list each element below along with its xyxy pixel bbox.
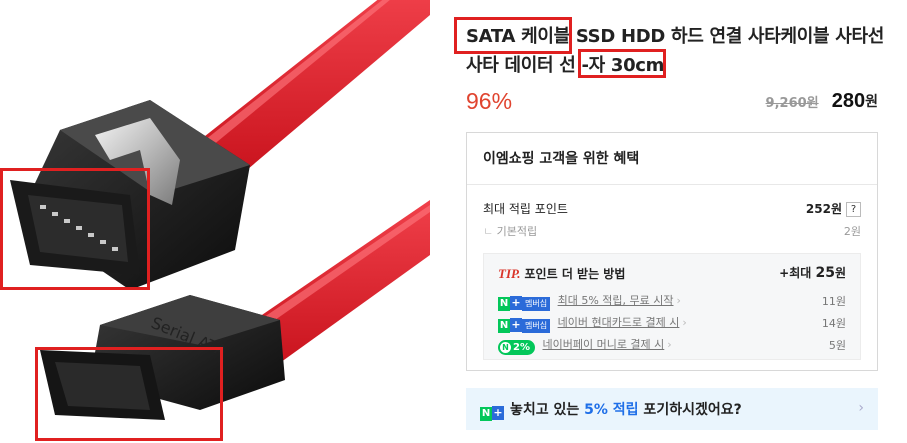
basic-points-label: 기본적립 bbox=[483, 223, 537, 239]
banner-highlight: 5% 적립 bbox=[584, 402, 639, 418]
tip-heading: TIP. 포인트 더 받는 방법 bbox=[498, 265, 625, 282]
naver-membership-icon: N + 멤버십 bbox=[498, 318, 551, 333]
naver-membership-icon: N + 멤버십 bbox=[498, 296, 551, 311]
sata-cable-illustration: Serial ATA bbox=[10, 0, 430, 420]
membership-banner[interactable]: N + 놓치고 있는 5% 적립 포기하시겠어요? › bbox=[466, 388, 878, 430]
tip-item-membership[interactable]: N + 멤버십 최대 5% 적립, 무료 시작 › 11원 bbox=[498, 292, 846, 311]
naver-plus-icon: N + bbox=[480, 406, 504, 421]
chevron-right-icon: › bbox=[858, 400, 864, 416]
tip-max-prefix: +최대 bbox=[779, 266, 812, 280]
original-price: 9,260원 bbox=[765, 96, 819, 111]
banner-text-pre: 놓치고 있는 bbox=[510, 402, 585, 418]
tip-item-card[interactable]: N + 멤버십 네이버 현대카드로 결제 시 › 14원 bbox=[498, 314, 846, 333]
help-icon[interactable]: ? bbox=[846, 202, 861, 217]
product-title-line1: SATA 케이블 SSD HDD 하드 연결 사타케이블 사타선 bbox=[466, 26, 884, 47]
product-title: SATA 케이블 SSD HDD 하드 연결 사타케이블 사타선 사타 데이터 … bbox=[466, 22, 896, 80]
price-row: 96% 9,260원 280원 bbox=[466, 88, 878, 120]
basic-points-value: 2원 bbox=[843, 225, 861, 238]
price-box: 9,260원 280원 bbox=[766, 90, 878, 113]
tip-item-money[interactable]: N 2% 네이버페이 머니로 결제 시 › 5원 bbox=[498, 336, 846, 355]
discount-rate: 96% bbox=[466, 88, 513, 114]
max-points-value-wrap: 252원? bbox=[806, 200, 861, 217]
product-image: Serial ATA bbox=[0, 0, 430, 443]
max-points-label: 최대 적립 포인트 bbox=[483, 202, 568, 216]
tip-heading-text: 포인트 더 받는 방법 bbox=[524, 267, 626, 281]
tip-logo: TIP. bbox=[498, 266, 521, 281]
tip-max-unit: 원 bbox=[834, 266, 846, 280]
benefit-heading: 이엠쇼핑 고객을 위한 혜택 bbox=[467, 133, 877, 185]
chevron-right-icon: › bbox=[682, 316, 687, 329]
chevron-right-icon: › bbox=[667, 338, 672, 351]
tip-item-amount: 5원 bbox=[828, 339, 846, 352]
tip-item-amount: 11원 bbox=[821, 295, 846, 308]
tip-item-text[interactable]: 네이버 현대카드로 결제 시 bbox=[558, 316, 680, 329]
tip-max-value: 25 bbox=[815, 265, 835, 281]
tip-item-amount: 14원 bbox=[821, 317, 846, 330]
tip-box: TIP. 포인트 더 받는 방법 +최대 25원 N + 멤버십 최대 5% 적립, … bbox=[483, 253, 861, 360]
naverpay-money-icon: N 2% bbox=[498, 340, 535, 355]
tip-item-text[interactable]: 최대 5% 적립, 무료 시작 bbox=[558, 294, 674, 307]
tip-item-text[interactable]: 네이버페이 머니로 결제 시 bbox=[542, 338, 664, 351]
chevron-right-icon: › bbox=[676, 294, 681, 307]
benefit-box: 이엠쇼핑 고객을 위한 혜택 최대 적립 포인트 252원? 기본적립 2원 T… bbox=[466, 132, 878, 371]
tip-max: +최대 25원 bbox=[779, 264, 846, 281]
sale-price-unit: 원 bbox=[865, 94, 878, 110]
product-info-panel: SATA 케이블 SSD HDD 하드 연결 사타케이블 사타선 사타 데이터 … bbox=[430, 0, 907, 443]
banner-text-post: 포기하시겠어요? bbox=[638, 402, 742, 418]
sale-price: 280 bbox=[831, 90, 866, 112]
product-title-line2: 사타 데이터 선 -자 30cm bbox=[466, 55, 665, 76]
max-points-value: 252원 bbox=[805, 202, 842, 216]
